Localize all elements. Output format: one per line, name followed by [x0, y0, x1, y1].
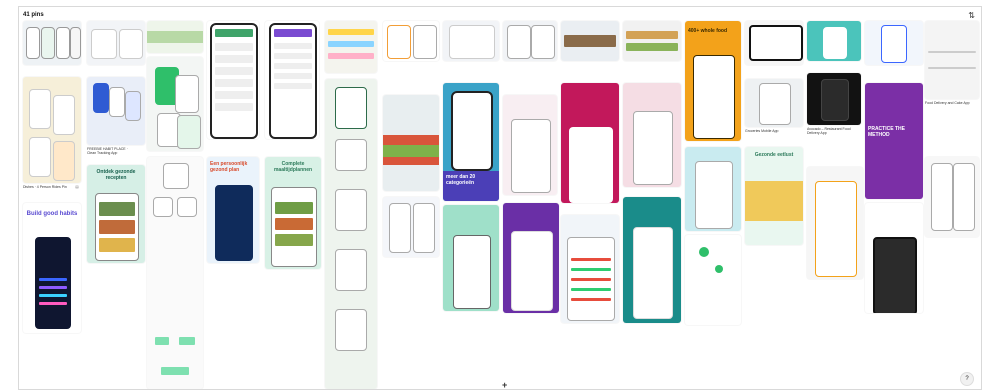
pin-title: Ontdek gezonde recepten: [96, 169, 136, 181]
pin-caption: Groceries Mobile App: [745, 129, 779, 133]
pin-board: 41 pins ⇅ Dishes · 4 Person Rides Pin ⋯ …: [18, 6, 982, 390]
pin-color-grid[interactable]: [325, 21, 377, 73]
pin-build-good-habits[interactable]: Build good habits: [23, 203, 81, 333]
pin-caption: Dishes · 4 Person Rides Pin: [23, 185, 67, 189]
pin-list-app[interactable]: [265, 21, 319, 139]
pin-title: meer dan 20 categorieën: [446, 174, 476, 186]
pin-teal-map[interactable]: [623, 197, 681, 323]
pin-title: 400+ whole food: [688, 28, 728, 34]
pin-caption: Avocado – Restaurant Food Delivery App: [807, 127, 851, 136]
pin-wireframe-flow[interactable]: [147, 157, 203, 389]
pin-practice-method[interactable]: PRACTICE THE METHOD: [865, 83, 923, 199]
pin-green-phones[interactable]: [147, 57, 203, 151]
pin-mobile-screens[interactable]: [23, 21, 81, 65]
pin-food-list[interactable]: [383, 21, 439, 61]
pin-blue-screens[interactable]: [87, 77, 145, 145]
help-button[interactable]: ?: [960, 372, 974, 386]
pin-progress-app[interactable]: [561, 215, 619, 323]
pin-recipe-ui[interactable]: [443, 21, 499, 61]
pin-gezonde-eetlust[interactable]: Gezonde eetlust: [745, 147, 803, 245]
pin-dark-recipes[interactable]: [865, 203, 923, 313]
pin-magenta-app[interactable]: [561, 83, 619, 203]
pin-phone-recipes[interactable]: [207, 21, 259, 139]
pin-ontdek-recepten[interactable]: Ontdek gezonde recepten: [87, 165, 145, 263]
pin-orange-app[interactable]: [807, 167, 863, 279]
pin-teal-devices[interactable]: [807, 21, 861, 61]
pin-green-bubbles[interactable]: [685, 235, 741, 325]
pin-title: Complete maaltijdplannen: [273, 161, 313, 173]
pin-recipe-cards[interactable]: [87, 21, 145, 65]
pin-dark-avocado[interactable]: [807, 73, 861, 125]
pin-map-sketch[interactable]: [925, 21, 979, 99]
pin-categorieen[interactable]: meer dan 20 categorieën: [443, 83, 499, 201]
pin-count: 41 pins: [23, 12, 44, 18]
pin-title: Een persoonlijk gezond plan: [210, 161, 248, 173]
pin-food-illustration[interactable]: [147, 21, 203, 53]
pin-food-grid[interactable]: [623, 21, 681, 61]
pin-dish-photos[interactable]: [561, 21, 619, 61]
pin-title: Gezonde eetlust: [754, 152, 794, 158]
pin-caption: Food Delivery and Cake App: [925, 101, 970, 105]
pin-title: PRACTICE THE METHOD: [868, 126, 905, 138]
pin-title: Build good habits: [26, 211, 78, 217]
pin-menu-screens[interactable]: [503, 21, 557, 61]
pin-small-screens[interactable]: [383, 197, 439, 257]
pin-laptop-app[interactable]: [745, 21, 803, 65]
pin-blue-ui[interactable]: [865, 21, 923, 65]
pin-persoonlijk-plan[interactable]: Een persoonlijk gezond plan: [207, 157, 259, 263]
pin-beige-app[interactable]: [23, 77, 81, 183]
pin-caption: FREEBIE HABIT PLACE · Clean Tracking App: [87, 147, 128, 156]
pin-more-icon[interactable]: ⋯: [75, 185, 79, 189]
pin-maaltijdplannen[interactable]: Complete maaltijdplannen: [265, 157, 321, 269]
pin-gezonde-voeding[interactable]: [443, 205, 499, 311]
add-pin-button[interactable]: +: [502, 380, 507, 389]
pin-groceries[interactable]: [745, 79, 803, 127]
pin-salad-photo[interactable]: [383, 95, 439, 191]
pin-pink-plan[interactable]: [623, 83, 681, 187]
pin-long-wireframes[interactable]: [325, 79, 377, 389]
pin-practice-screens[interactable]: [925, 157, 979, 237]
sort-icon[interactable]: ⇅: [968, 11, 975, 20]
pin-whole-food[interactable]: 400+ whole food: [685, 21, 741, 141]
pin-tasty-food[interactable]: [503, 95, 557, 195]
pin-purple-app[interactable]: [503, 203, 559, 313]
pin-be-bewust[interactable]: [685, 147, 741, 231]
